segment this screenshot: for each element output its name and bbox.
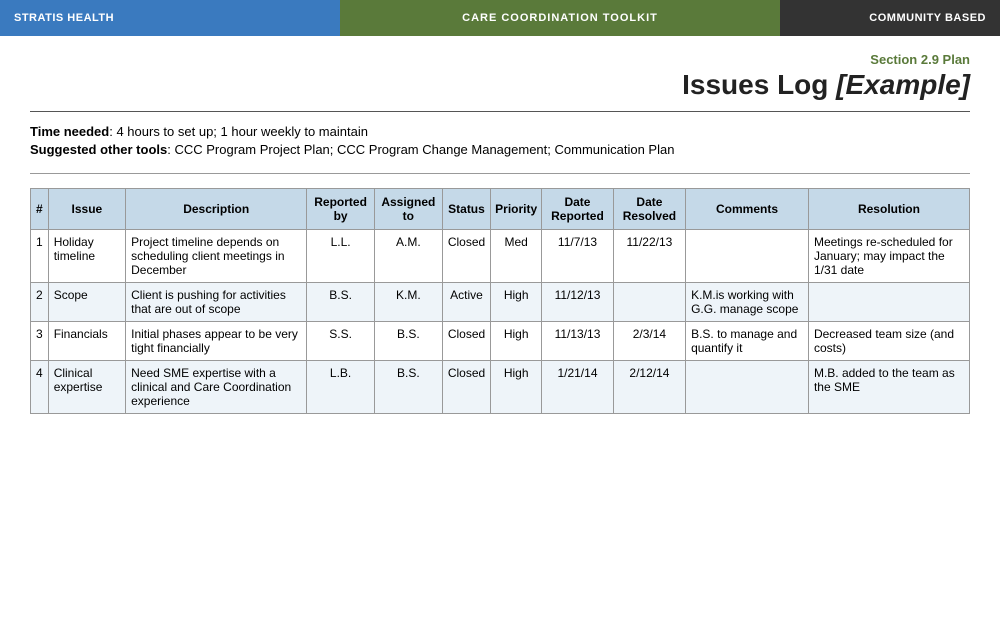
col-header-resolution: Resolution <box>808 189 969 230</box>
title-divider <box>30 111 970 112</box>
col-header-status: Status <box>442 189 490 230</box>
table-row: 3FinancialsInitial phases appear to be v… <box>31 322 970 361</box>
info-line2: Suggested other tools: CCC Program Proje… <box>30 142 970 157</box>
table-cell: B.S. <box>374 322 442 361</box>
table-cell: Med <box>491 230 542 283</box>
table-cell: High <box>491 322 542 361</box>
table-cell <box>686 361 809 414</box>
header-right-label: COMMUNITY BASED <box>869 12 986 24</box>
header-left: STRATIS HEALTH <box>0 0 340 36</box>
col-header-date-reported: Date Reported <box>542 189 614 230</box>
header-center: CARE COORDINATION TOOLKIT <box>340 0 780 36</box>
table-cell: 2 <box>31 283 49 322</box>
table-cell: Initial phases appear to be very tight f… <box>126 322 307 361</box>
info-line2-bold: Suggested other tools <box>30 142 167 157</box>
table-cell <box>808 283 969 322</box>
info-divider <box>30 173 970 174</box>
table-cell: L.B. <box>307 361 375 414</box>
header-center-label: CARE COORDINATION TOOLKIT <box>462 12 658 24</box>
col-header-description: Description <box>126 189 307 230</box>
table-cell: 4 <box>31 361 49 414</box>
table-cell: Closed <box>442 361 490 414</box>
table-cell: 11/7/13 <box>542 230 614 283</box>
table-cell: Scope <box>48 283 125 322</box>
page-title-italic: [Example] <box>836 69 970 100</box>
header: STRATIS HEALTH CARE COORDINATION TOOLKIT… <box>0 0 1000 36</box>
table-cell: B.S. to manage and quantify it <box>686 322 809 361</box>
table-cell: 11/13/13 <box>542 322 614 361</box>
header-right: COMMUNITY BASED <box>780 0 1000 36</box>
table-row: 4Clinical expertiseNeed SME expertise wi… <box>31 361 970 414</box>
col-header-date-resolved: Date Resolved <box>613 189 685 230</box>
table-cell: Meetings re-scheduled for January; may i… <box>808 230 969 283</box>
table-cell: High <box>491 283 542 322</box>
table-cell: Need SME expertise with a clinical and C… <box>126 361 307 414</box>
table-header-row: # Issue Description Reported by Assigned… <box>31 189 970 230</box>
table-cell <box>613 283 685 322</box>
col-header-reported-by: Reported by <box>307 189 375 230</box>
table-cell: Closed <box>442 322 490 361</box>
table-cell: Closed <box>442 230 490 283</box>
col-header-comments: Comments <box>686 189 809 230</box>
table-cell: M.B. added to the team as the SME <box>808 361 969 414</box>
table-cell: 2/3/14 <box>613 322 685 361</box>
table-cell: Client is pushing for activities that ar… <box>126 283 307 322</box>
table-cell <box>686 230 809 283</box>
table-cell: 11/22/13 <box>613 230 685 283</box>
table-cell: Holiday timeline <box>48 230 125 283</box>
header-left-label: STRATIS HEALTH <box>14 12 114 24</box>
table-cell: 11/12/13 <box>542 283 614 322</box>
table-cell: High <box>491 361 542 414</box>
col-header-priority: Priority <box>491 189 542 230</box>
content-area: Section 2.9 Plan Issues Log [Example] Ti… <box>0 36 1000 434</box>
issues-table: # Issue Description Reported by Assigned… <box>30 188 970 414</box>
table-cell: L.L. <box>307 230 375 283</box>
table-cell: B.S. <box>374 361 442 414</box>
col-header-num: # <box>31 189 49 230</box>
table-cell: 2/12/14 <box>613 361 685 414</box>
table-cell: 3 <box>31 322 49 361</box>
table-cell: Clinical expertise <box>48 361 125 414</box>
info-block: Time needed: 4 hours to set up; 1 hour w… <box>30 124 970 157</box>
table-cell: Financials <box>48 322 125 361</box>
info-line1-rest: : 4 hours to set up; 1 hour weekly to ma… <box>109 124 368 139</box>
table-cell: K.M. <box>374 283 442 322</box>
table-cell: Active <box>442 283 490 322</box>
table-cell: S.S. <box>307 322 375 361</box>
info-line1: Time needed: 4 hours to set up; 1 hour w… <box>30 124 970 139</box>
table-cell: K.M.is working with G.G. manage scope <box>686 283 809 322</box>
info-line1-bold: Time needed <box>30 124 109 139</box>
info-line2-rest: : CCC Program Project Plan; CCC Program … <box>167 142 674 157</box>
table-cell: 1 <box>31 230 49 283</box>
table-cell: A.M. <box>374 230 442 283</box>
table-cell: B.S. <box>307 283 375 322</box>
section-label: Section 2.9 Plan <box>30 52 970 67</box>
col-header-assigned-to: Assigned to <box>374 189 442 230</box>
page-title: Issues Log [Example] <box>30 69 970 101</box>
page-title-text: Issues Log <box>682 69 836 100</box>
table-cell: Decreased team size (and costs) <box>808 322 969 361</box>
col-header-issue: Issue <box>48 189 125 230</box>
table-cell: Project timeline depends on scheduling c… <box>126 230 307 283</box>
table-row: 1Holiday timelineProject timeline depend… <box>31 230 970 283</box>
table-cell: 1/21/14 <box>542 361 614 414</box>
table-row: 2ScopeClient is pushing for activities t… <box>31 283 970 322</box>
